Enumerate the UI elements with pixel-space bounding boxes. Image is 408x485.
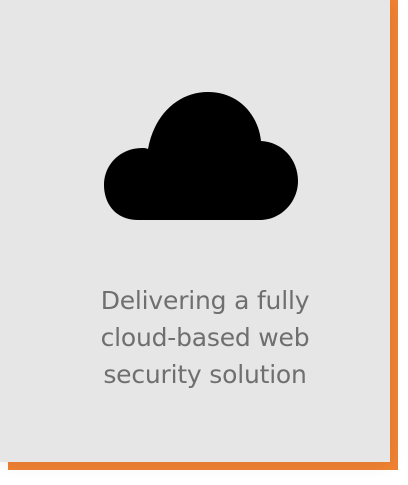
card-description: Delivering a fully cloud-based web secur… <box>20 282 390 393</box>
feature-card: Delivering a fully cloud-based web secur… <box>0 0 390 462</box>
card-description-line-1: Delivering a fully <box>100 286 310 315</box>
feature-card-frame: Delivering a fully cloud-based web secur… <box>0 0 408 485</box>
card-description-line-2: cloud-based web <box>100 323 310 352</box>
cloud-icon <box>104 92 298 220</box>
card-description-line-3: security solution <box>103 360 307 389</box>
